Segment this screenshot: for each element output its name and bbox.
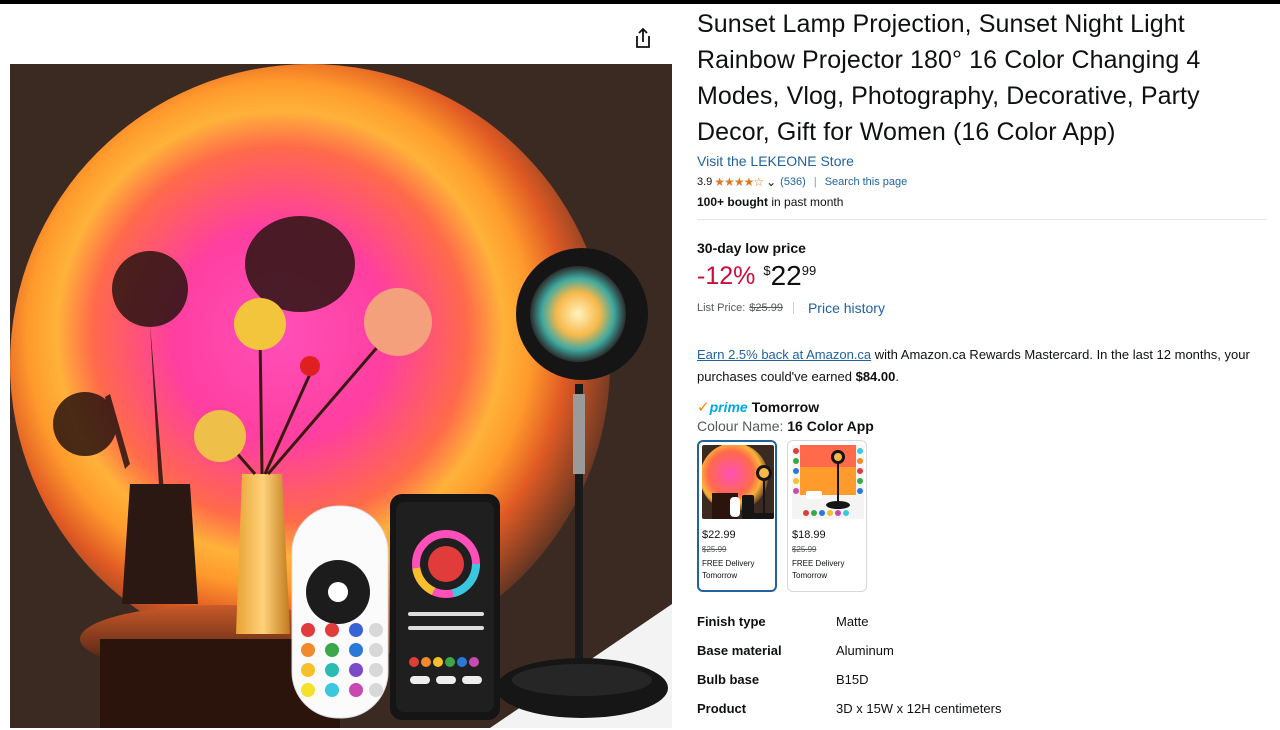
product-title: Sunset Lamp Projection, Sunset Night Lig… bbox=[697, 10, 1201, 146]
swatch-image bbox=[702, 445, 774, 519]
product-main-image[interactable] bbox=[10, 64, 672, 728]
bought-rest: in past month bbox=[768, 195, 844, 209]
prime-delivery: ✓ prime Tomorrow bbox=[697, 398, 1267, 416]
divider bbox=[792, 302, 794, 314]
swatch-delivery-text: FREE Delivery bbox=[792, 559, 845, 568]
list-price-row: List Price: $25.99 Price history bbox=[697, 300, 1267, 316]
delivery-date: Tomorrow bbox=[751, 399, 820, 415]
product-specs: Finish type Matte Base material Aluminum… bbox=[697, 614, 1267, 730]
search-page-link[interactable]: Search this page bbox=[825, 176, 908, 188]
list-price: $25.99 bbox=[749, 302, 783, 314]
section-divider bbox=[697, 219, 1267, 220]
prime-check-icon: ✓ bbox=[697, 399, 710, 416]
swatch-alternate[interactable]: $18.99 $25.99 FREE Delivery Tomorrow bbox=[787, 440, 867, 592]
colour-selected: 16 Color App bbox=[787, 418, 874, 434]
rewards-amount: $84.00 bbox=[855, 369, 896, 384]
discount-percent: -12% bbox=[697, 262, 756, 290]
rating-count-link[interactable]: (536) bbox=[780, 176, 806, 188]
spec-key: Finish type bbox=[697, 614, 766, 629]
swatch-delivery: FREE Delivery Tomorrow bbox=[702, 558, 772, 582]
share-icon[interactable] bbox=[630, 24, 656, 52]
colour-label: Colour Name: bbox=[697, 418, 788, 434]
spec-row: Finish type Matte bbox=[697, 614, 1267, 643]
price-fraction: 99 bbox=[801, 263, 817, 278]
rating-row: 3.9 ★★★★☆ ⌄ (536) | Search this page bbox=[697, 175, 1267, 189]
swatch-delivery-text: FREE Delivery bbox=[702, 559, 755, 568]
price-history-link[interactable]: Price history bbox=[808, 300, 885, 316]
rewards-offer: Earn 2.5% back at Amazon.ca with Amazon.… bbox=[697, 344, 1257, 388]
price-row: -12% $ 22 99 bbox=[697, 260, 1267, 292]
swatch-image bbox=[792, 445, 864, 519]
chevron-down-icon[interactable]: ⌄ bbox=[766, 175, 776, 189]
star-rating-icon[interactable]: ★★★★☆ bbox=[714, 175, 764, 189]
swatch-price: $18.99 bbox=[792, 529, 826, 541]
rewards-link[interactable]: Earn 2.5% back at Amazon.ca bbox=[697, 347, 871, 362]
list-price-label: List Price: bbox=[697, 302, 746, 314]
top-bar bbox=[0, 0, 1280, 4]
rewards-end: . bbox=[895, 369, 899, 384]
bought-count: 100+ bought bbox=[697, 195, 769, 209]
spec-row: Base material Aluminum bbox=[697, 643, 1267, 672]
spec-key: Base material bbox=[697, 643, 782, 658]
spec-value: B15D bbox=[836, 672, 869, 687]
swatch-was-price: $25.99 bbox=[792, 545, 817, 554]
spec-value: 3D x 15W x 12H centimeters bbox=[836, 701, 1002, 716]
spec-row: Product 3D x 15W x 12H centimeters bbox=[697, 701, 1267, 730]
spec-value: Matte bbox=[836, 614, 869, 629]
swatch-16-color-app[interactable]: $22.99 $25.99 FREE Delivery Tomorrow bbox=[697, 440, 777, 592]
low-price-label: 30-day low price bbox=[697, 240, 806, 256]
rating-value: 3.9 bbox=[697, 176, 713, 188]
prime-logo: prime bbox=[709, 399, 748, 415]
colour-swatches: $22.99 $25.99 FREE Delivery Tomorrow $18… bbox=[697, 440, 1267, 592]
price-whole: 22 bbox=[770, 260, 802, 291]
product-details: Sunset Lamp Projection, Sunset Night Lig… bbox=[697, 6, 1267, 730]
spec-row: Bulb base B15D bbox=[697, 672, 1267, 701]
spec-key: Bulb base bbox=[697, 672, 760, 687]
spec-value: Aluminum bbox=[836, 643, 894, 658]
bought-info: 100+ bought in past month bbox=[697, 195, 1267, 209]
swatch-was-price: $25.99 bbox=[702, 545, 727, 554]
swatch-price: $22.99 bbox=[702, 529, 736, 541]
colour-name: Colour Name: 16 Color App bbox=[697, 418, 1267, 434]
swatch-delivery: FREE Delivery Tomorrow bbox=[792, 558, 862, 582]
divider: | bbox=[813, 176, 817, 188]
store-link[interactable]: Visit the LEKEONE Store bbox=[697, 153, 1267, 169]
spec-key: Product bbox=[697, 701, 747, 716]
swatch-delivery-when: Tomorrow bbox=[792, 571, 828, 580]
swatch-delivery-when: Tomorrow bbox=[702, 571, 738, 580]
price-currency: $ bbox=[763, 263, 771, 278]
